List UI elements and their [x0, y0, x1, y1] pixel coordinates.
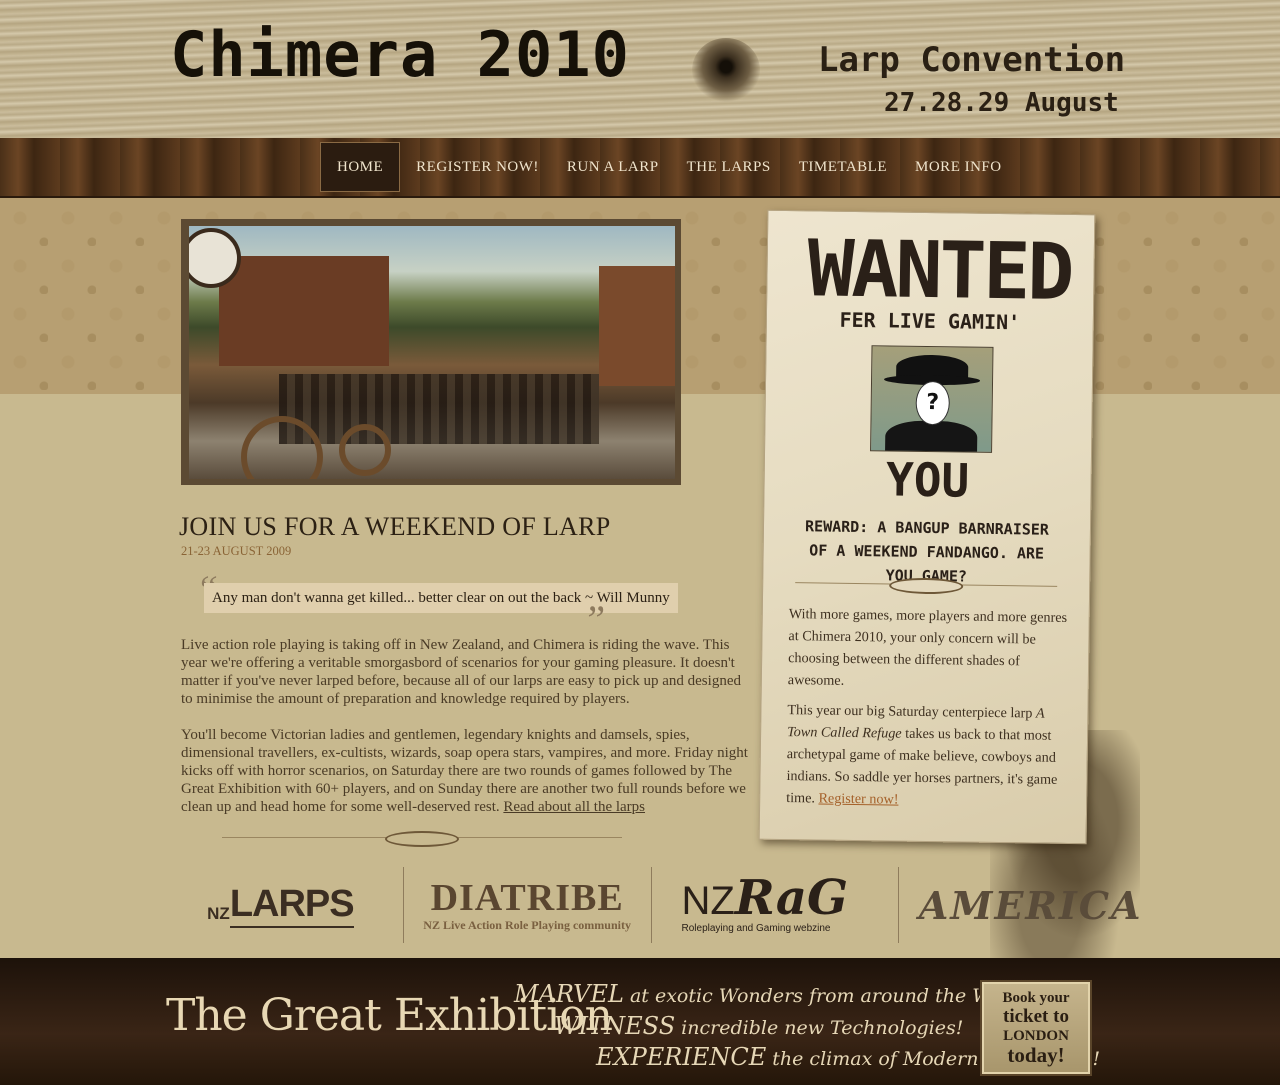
bullet-hole-decoration — [692, 38, 760, 102]
site-title[interactable]: Chimera 2010 — [170, 18, 630, 91]
ticket-line-1: Book your — [1002, 990, 1070, 1006]
footer-line-marvel-lead: MARVEL — [514, 980, 624, 1008]
poster-paragraph-1: With more games, more players and more g… — [787, 606, 1068, 689]
intro-paragraph: Live action role playing is taking off i… — [181, 637, 741, 707]
nav-home[interactable]: HOME — [320, 142, 401, 192]
america-logo[interactable]: AMERICA — [911, 867, 1150, 943]
nzrag-name: RaG — [734, 870, 848, 926]
nzlarps-prefix: NZ — [207, 904, 230, 923]
nav-run-a-larp[interactable]: RUN A LARP — [553, 149, 673, 185]
sponsor-divider — [898, 867, 900, 943]
poster-divider-flourish — [795, 576, 1057, 595]
nav-register[interactable]: REGISTER NOW! — [402, 149, 553, 185]
diatribe-tagline: NZ Live Action Role Playing community — [423, 917, 631, 932]
crowd — [279, 374, 599, 444]
nzlarps-logo[interactable]: NZ LARPS — [170, 867, 391, 943]
nzrag-tagline: Roleplaying and Gaming webzine — [681, 923, 831, 934]
main-nav: HOME REGISTER NOW! RUN A LARP THE LARPS … — [320, 142, 1016, 192]
footer-line-marvel: MARVEL at exotic Wonders from around the… — [514, 980, 1037, 1008]
sponsor-logos: NZ LARPS DIATRIBE NZ Live Action Role Pl… — [170, 865, 1150, 945]
wanted-poster: WANTED FER LIVE GAMIN' ? YOU REWARD: A B… — [758, 209, 1096, 845]
nav-more-info[interactable]: MORE INFO — [901, 149, 1016, 185]
details-paragraph: You'll become Victorian ladies and gentl… — [181, 726, 749, 816]
diatribe-name: DIATRIBE — [430, 876, 624, 919]
event-dates: 27.28.29 August — [884, 88, 1119, 118]
poster-paragraph-2: This year our big Saturday centerpiece l… — [786, 699, 1070, 813]
wanted-you: YOU — [885, 452, 970, 508]
wanted-title: WANTED — [806, 224, 1072, 318]
ticket-line-2: ticket to — [1003, 1006, 1069, 1027]
nzrag-wordmark: NZRaG — [681, 874, 848, 923]
wanted-mystery-portrait: ? — [870, 345, 994, 453]
read-about-larps-link[interactable]: Read about all the larps — [503, 799, 645, 815]
ticket-line-4: today! — [1007, 1043, 1065, 1067]
wagon-wheel-small — [339, 424, 391, 476]
divider-flourish — [222, 831, 622, 847]
sponsor-divider — [650, 867, 652, 943]
nzrag-logo[interactable]: NZRaG Roleplaying and Gaming webzine — [664, 867, 887, 943]
footer-line-witness: WITNESS incredible new Technologies! — [554, 1012, 963, 1040]
site-subtitle: Larp Convention — [818, 40, 1126, 80]
details-text: You'll become Victorian ladies and gentl… — [181, 727, 748, 815]
coat — [884, 420, 978, 453]
question-mark-icon: ? — [915, 380, 951, 426]
nzlarps-name: LARPS — [229, 883, 355, 928]
nzrag-prefix: NZ — [681, 879, 735, 923]
footer-line-experience-lead: EXPERIENCE — [596, 1043, 767, 1071]
sponsor-divider — [402, 867, 404, 943]
quote: Any man don't wanna get killed... better… — [204, 583, 678, 613]
footer-line-marvel-text: at exotic Wonders from around the World! — [623, 985, 1037, 1007]
diatribe-logo[interactable]: DIATRIBE NZ Live Action Role Playing com… — [416, 867, 639, 943]
poster-text-before: This year our big Saturday centerpiece l… — [787, 702, 1037, 722]
main-heading: JOIN US FOR A WEEKEND OF LARP — [179, 512, 611, 541]
building-right — [599, 266, 675, 386]
wanted-subtitle: FER LIVE GAMIN' — [839, 307, 1021, 335]
site-header: Chimera 2010 Larp Convention 27.28.29 Au… — [0, 0, 1280, 140]
nav-timetable[interactable]: TIMETABLE — [785, 149, 901, 185]
footer-line-witness-text: incredible new Technologies! — [675, 1017, 964, 1039]
nav-the-larps[interactable]: THE LARPS — [673, 149, 785, 185]
footer-line-witness-lead: WITNESS — [554, 1012, 676, 1040]
register-now-link[interactable]: Register now! — [818, 791, 898, 808]
hero-image-old-west-street — [189, 226, 675, 479]
main-date: 21-23 AUGUST 2009 — [181, 544, 292, 558]
book-ticket-button[interactable]: Book your ticket to LONDON today! — [982, 982, 1090, 1074]
building-left — [219, 256, 389, 366]
